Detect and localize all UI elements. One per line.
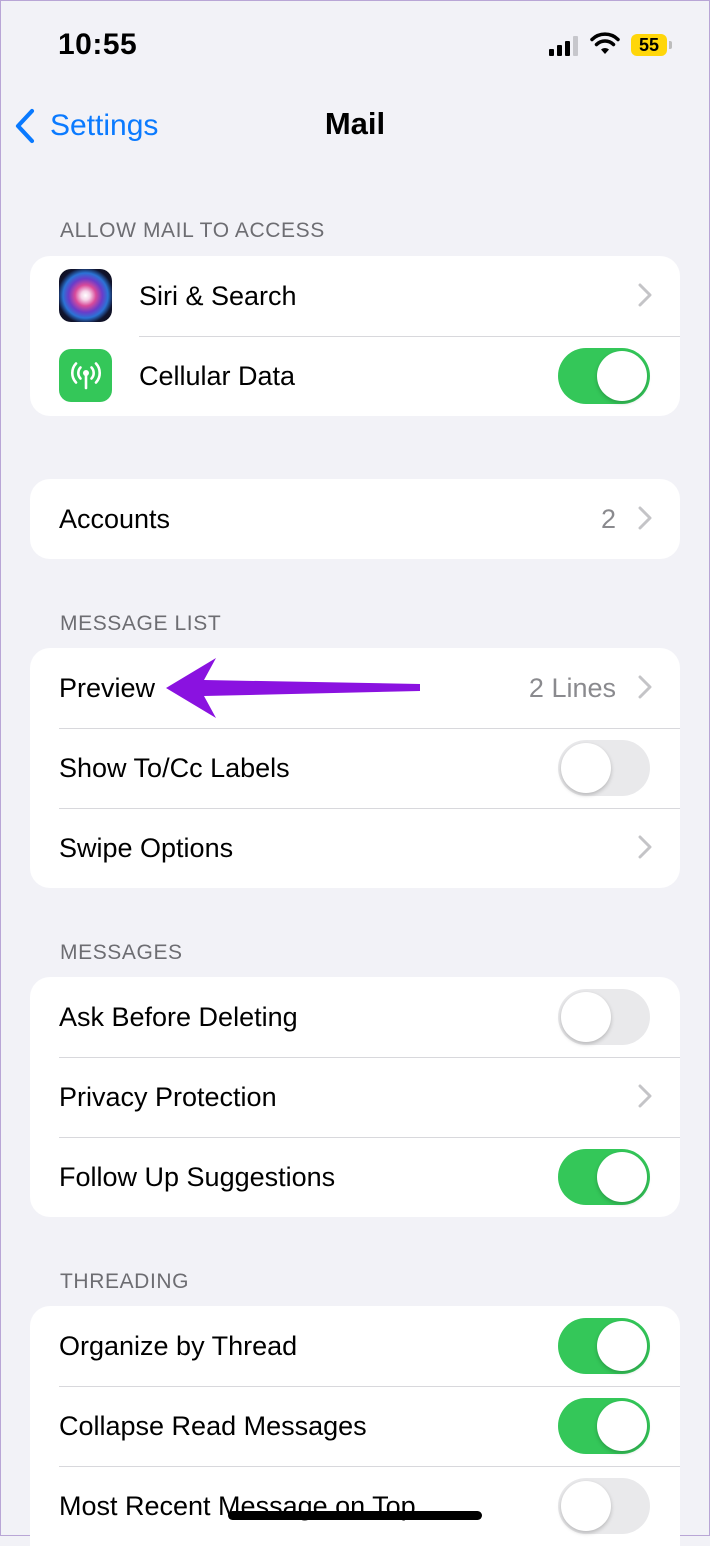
chevron-right-icon — [638, 506, 652, 530]
follow-up-suggestions-toggle[interactable] — [558, 1149, 650, 1205]
home-indicator — [228, 1511, 482, 1520]
follow-up-suggestions-label: Follow Up Suggestions — [59, 1161, 336, 1192]
preview-value: 2 Lines — [528, 672, 616, 703]
privacy-protection-row[interactable]: Privacy Protection — [30, 1057, 680, 1137]
section-header-messages: MESSAGES — [60, 941, 183, 964]
preview-label: Preview — [59, 672, 156, 703]
collapse-read-messages-row: Collapse Read Messages — [30, 1386, 680, 1466]
organize-by-thread-toggle[interactable] — [558, 1318, 650, 1374]
section-header-threading: THREADING — [60, 1270, 190, 1293]
organize-by-thread-row: Organize by Thread — [30, 1306, 680, 1386]
swipe-options-row[interactable]: Swipe Options — [30, 808, 680, 888]
status-time: 10:55 — [58, 28, 138, 61]
swipe-options-label: Swipe Options — [59, 832, 234, 863]
siri-icon — [59, 269, 112, 322]
siri-search-row[interactable]: Siri & Search — [30, 256, 680, 336]
purple-arrow-icon — [166, 658, 420, 718]
allow-access-group: Siri & Search Cellular Data — [30, 256, 680, 416]
wifi-icon — [590, 32, 620, 61]
most-recent-on-top-toggle[interactable] — [558, 1478, 650, 1534]
ask-before-deleting-toggle[interactable] — [558, 989, 650, 1045]
accounts-row[interactable]: Accounts 2 — [30, 479, 680, 559]
cellular-data-toggle[interactable] — [558, 348, 650, 404]
threading-group: Organize by Thread Collapse Read Message… — [30, 1306, 680, 1546]
ask-before-deleting-label: Ask Before Deleting — [59, 1001, 298, 1032]
collapse-read-messages-label: Collapse Read Messages — [59, 1410, 367, 1441]
cellular-data-label: Cellular Data — [139, 360, 296, 391]
messages-group: Ask Before Deleting Privacy Protection F… — [30, 977, 680, 1217]
battery-icon: 55 — [631, 34, 672, 56]
show-to-cc-label: Show To/Cc Labels — [59, 752, 290, 783]
siri-search-label: Siri & Search — [139, 280, 297, 311]
chevron-right-icon — [638, 835, 652, 859]
most-recent-on-top-row: Most Recent Message on Top — [30, 1466, 680, 1546]
accounts-label: Accounts — [59, 503, 171, 534]
cellular-signal-icon — [549, 36, 579, 56]
accounts-group: Accounts 2 — [30, 479, 680, 559]
chevron-right-icon — [638, 283, 652, 307]
follow-up-suggestions-row: Follow Up Suggestions — [30, 1137, 680, 1217]
accounts-count: 2 — [600, 503, 616, 534]
collapse-read-messages-toggle[interactable] — [558, 1398, 650, 1454]
chevron-right-icon — [638, 675, 652, 699]
organize-by-thread-label: Organize by Thread — [59, 1330, 298, 1361]
privacy-protection-label: Privacy Protection — [59, 1081, 277, 1112]
section-header-message-list: MESSAGE LIST — [60, 612, 222, 635]
battery-level: 55 — [638, 35, 660, 55]
section-header-allow-access: ALLOW MAIL TO ACCESS — [60, 219, 325, 242]
page-title: Mail — [324, 106, 386, 141]
antenna-icon — [59, 349, 112, 402]
cellular-data-row: Cellular Data — [30, 336, 680, 416]
ask-before-deleting-row: Ask Before Deleting — [30, 977, 680, 1057]
show-to-cc-toggle[interactable] — [558, 740, 650, 796]
chevron-right-icon — [638, 1084, 652, 1108]
show-to-cc-row: Show To/Cc Labels — [30, 728, 680, 808]
